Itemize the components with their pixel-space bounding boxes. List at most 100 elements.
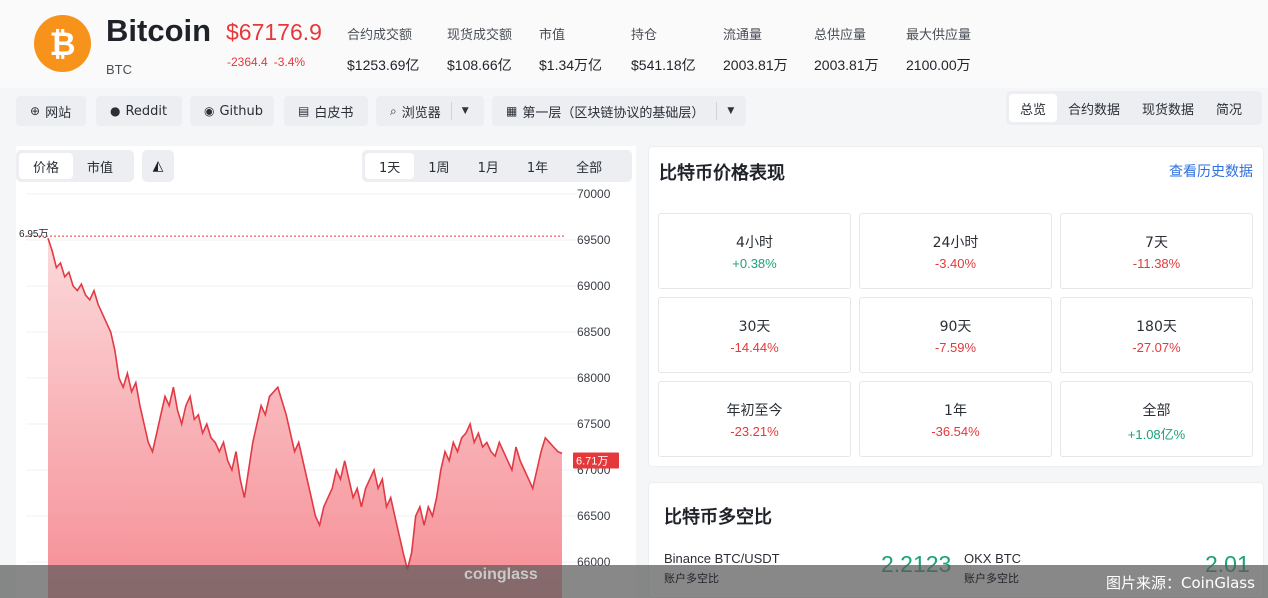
binance-exchange-label: Binance BTC/USDT [664, 551, 780, 566]
stat-value: 2003.81万 [723, 57, 788, 73]
perf-value: -7.59% [934, 340, 977, 355]
y-tick-label: 66500 [577, 509, 611, 523]
perf-label: 90天 [939, 319, 972, 335]
long-short-title: 比特币多空比 [664, 507, 772, 528]
perf-cell-4h: 4小时 +0.38% [658, 213, 851, 289]
stat-value: $108.66亿 [447, 57, 512, 73]
stat-circulating-supply: 流通量 2003.81万 [723, 24, 788, 75]
caret-down-icon[interactable]: ▼ [462, 106, 469, 116]
document-icon: ▤ [298, 104, 310, 118]
stat-value: $1253.69亿 [347, 57, 420, 73]
stat-max-supply: 最大供应量 2100.00万 [906, 24, 971, 75]
range-1y[interactable]: 1年 [513, 153, 562, 179]
range-1w[interactable]: 1周 [414, 153, 463, 179]
main-tabs: 总览 合约数据 现货数据 简况 [1006, 91, 1262, 125]
okx-account-ratio-label: 账户多空比 [964, 572, 1019, 585]
tab-profile[interactable]: 简况 [1205, 94, 1253, 122]
range-1m[interactable]: 1月 [464, 153, 513, 179]
perf-label: 4小时 [736, 235, 773, 251]
perf-label: 30天 [738, 319, 771, 335]
stat-label: 现货成交额 [447, 28, 513, 43]
reddit-label: Reddit [125, 103, 168, 119]
globe-icon: ⊕ [30, 104, 41, 118]
y-tick-label: 70000 [577, 187, 611, 201]
perf-label: 1年 [944, 403, 967, 419]
coin-symbol: BTC [106, 62, 132, 77]
stat-total-supply: 总供应量 2003.81万 [814, 24, 879, 75]
github-label: Github [219, 103, 263, 119]
perf-value: -11.38% [1132, 256, 1181, 271]
y-tick-label: 67500 [577, 417, 611, 431]
caret-down-icon[interactable]: ▼ [727, 106, 734, 116]
whitepaper-label: 白皮书 [314, 105, 354, 121]
perf-label: 全部 [1142, 403, 1171, 419]
explorer-dropdown[interactable]: ⌕ 浏览器 ▼ [376, 96, 484, 126]
divider [716, 102, 718, 120]
area-chart-icon: ◭ [152, 158, 164, 174]
coin-name: Bitcoin [106, 13, 212, 48]
layer-category-dropdown[interactable]: ▦ 第一层（区块链协议的基础层） ▼ [492, 96, 746, 126]
range-1d[interactable]: 1天 [365, 153, 415, 179]
price-change-abs: -2364.4 [227, 55, 268, 69]
chart-type-button[interactable]: ◭ [142, 150, 174, 182]
reddit-button[interactable]: ● Reddit [96, 96, 182, 126]
y-tick-label: 69500 [577, 233, 611, 247]
tab-overview[interactable]: 总览 [1009, 94, 1058, 122]
perf-label: 7天 [1145, 235, 1168, 251]
stat-label: 合约成交额 [347, 28, 413, 43]
divider [450, 102, 452, 120]
stat-label: 持仓 [631, 28, 658, 43]
website-button[interactable]: ⊕ 网站 [16, 96, 86, 126]
stat-label: 市值 [539, 28, 566, 43]
perf-value: +1.08亿% [1127, 427, 1186, 442]
price-performance-panel: 比特币价格表现 查看历史数据 4小时 +0.38% 24小时 -3.40% 7天… [648, 146, 1264, 467]
tab-futures-data[interactable]: 合约数据 [1057, 94, 1131, 122]
search-icon: ⌕ [390, 103, 397, 118]
github-button[interactable]: ◉ Github [190, 96, 274, 126]
current-price-label: 6.71万 [576, 455, 608, 467]
perf-cell-90d: 90天 -7.59% [859, 297, 1052, 373]
price-area-fill [48, 238, 562, 598]
y-tick-label: 69000 [577, 279, 611, 293]
perf-cell-180d: 180天 -27.07% [1060, 297, 1253, 373]
perf-value: -14.44% [730, 340, 779, 355]
tab-price[interactable]: 价格 [19, 153, 74, 179]
perf-value: -23.21% [730, 424, 779, 439]
tab-spot-data[interactable]: 现货数据 [1131, 94, 1205, 122]
stat-futures-volume: 合约成交额 $1253.69亿 [347, 24, 419, 75]
stat-value: 2003.81万 [814, 57, 879, 73]
reddit-icon: ● [110, 104, 121, 118]
bitcoin-logo-icon: ₿ [34, 15, 91, 72]
price-change-pct: -3.4% [273, 55, 306, 69]
perf-label: 年初至今 [726, 403, 783, 419]
range-all[interactable]: 全部 [562, 153, 616, 179]
perf-label: 24小时 [932, 235, 979, 251]
perf-cell-24h: 24小时 -3.40% [859, 213, 1052, 289]
performance-title: 比特币价格表现 [659, 163, 785, 184]
start-price-label: 6.95万 [19, 229, 48, 240]
github-icon: ◉ [204, 104, 215, 118]
perf-value: -3.40% [934, 256, 977, 271]
perf-value: -27.07% [1132, 340, 1181, 355]
stat-label: 总供应量 [814, 28, 867, 43]
grid-icon: ▦ [506, 104, 518, 118]
perf-cell-1y: 1年 -36.54% [859, 381, 1052, 457]
y-tick-label: 68500 [577, 325, 611, 339]
explorer-label: 浏览器 [401, 105, 441, 121]
coin-price: $67176.9 [226, 19, 322, 45]
whitepaper-button[interactable]: ▤ 白皮书 [284, 96, 368, 126]
price-chart: 7000069500690006850068000675006700066500… [19, 187, 619, 598]
tab-market-cap[interactable]: 市值 [73, 153, 127, 179]
stat-open-interest: 持仓 $541.18亿 [631, 24, 696, 75]
perf-value: -36.54% [931, 424, 980, 439]
stat-label: 最大供应量 [906, 28, 972, 43]
stat-label: 流通量 [723, 28, 763, 43]
layer-label: 第一层（区块链协议的基础层） [522, 105, 705, 121]
perf-cell-ytd: 年初至今 -23.21% [658, 381, 851, 457]
perf-label: 180天 [1136, 319, 1177, 335]
stat-value: $1.34万亿 [539, 57, 603, 73]
image-caption-bar [0, 565, 1268, 598]
history-data-link[interactable]: 查看历史数据 [1169, 161, 1253, 181]
perf-cell-7d: 7天 -11.38% [1060, 213, 1253, 289]
y-tick-label: 68000 [577, 371, 611, 385]
